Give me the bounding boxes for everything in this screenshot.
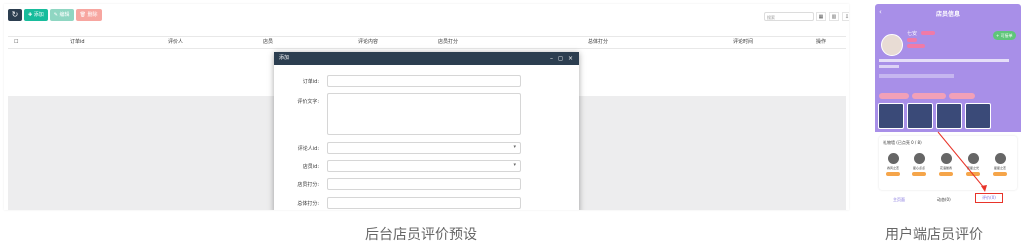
- field-label-review-text: 评价文字:: [297, 99, 319, 105]
- modal-title: 添加: [279, 55, 290, 61]
- col-staff-score[interactable]: 店员打分: [438, 37, 458, 48]
- gallery-photo[interactable]: [878, 103, 904, 129]
- field-label-staff-score: 店员打分:: [297, 182, 319, 188]
- table-header: ☐ 订单id 评价人 店员 评论内容 店员打分 总体打分 评论时间 操作: [8, 36, 846, 49]
- tab-home[interactable]: 主页面: [893, 197, 905, 203]
- gift-wall-label: 礼物墙 (已点亮 0 / 8): [883, 140, 922, 145]
- profile-name: 七安: [907, 31, 918, 37]
- gift-name: 星星之光: [966, 166, 979, 170]
- tab-moments[interactable]: 动态(0): [937, 197, 951, 203]
- close-icon[interactable]: ×: [568, 52, 573, 65]
- phone-preview: ‹ 店员信息 七安 + 可接单 礼物墙 (已点亮 0 / 8) 春风之恋 星心点…: [875, 4, 1021, 210]
- admin-toolbar: ↻ ✚ 添加 ✎ 编辑 🗑 删除: [8, 9, 102, 21]
- gift-tag: [939, 172, 953, 176]
- gift-name: 花语馨香: [939, 166, 952, 170]
- gift-tag: [966, 172, 980, 176]
- gift-name: 春风之恋: [886, 166, 899, 170]
- photo-gallery: [878, 103, 991, 129]
- field-label-reviewer-id: 评论人id:: [297, 146, 319, 152]
- gift-tag: [993, 172, 1007, 176]
- skill-chip[interactable]: [879, 93, 909, 99]
- gift-icon: [994, 153, 1006, 164]
- gift-tag: [912, 172, 926, 176]
- table-tools: ▦ ▥ ⇩: [816, 12, 849, 21]
- minimize-icon[interactable]: –: [550, 52, 553, 65]
- col-reviewer[interactable]: 评价人: [168, 37, 183, 48]
- follow-button[interactable]: + 可接单: [993, 31, 1016, 40]
- phone-title: 店员信息: [935, 11, 960, 18]
- select-all-checkbox[interactable]: ☐: [14, 37, 18, 48]
- admin-panel: ↻ ✚ 添加 ✎ 编辑 🗑 删除 搜索 ▦ ▥ ⇩ ☐ 订单id 评价人 店员 …: [4, 4, 849, 210]
- add-modal: 添加 – ◻ × 订单id: 评价文字: 评论人id: 店员id: 店员打分: …: [274, 52, 579, 210]
- skill-chip[interactable]: [912, 93, 946, 99]
- gift-item[interactable]: 星心点点: [909, 153, 929, 176]
- skill-chip[interactable]: [949, 93, 975, 99]
- modal-header: 添加 – ◻ ×: [274, 52, 579, 65]
- gift-wall-card: 礼物墙 (已点亮 0 / 8) 春风之恋 星心点点 花语馨香 星星之光 星星之恋: [879, 136, 1017, 190]
- gallery-photo[interactable]: [936, 103, 962, 129]
- gallery-photo[interactable]: [907, 103, 933, 129]
- col-review-time[interactable]: 评论时间: [733, 37, 753, 48]
- level-badge: [921, 31, 935, 35]
- gift-item[interactable]: 星星之恋: [990, 153, 1010, 176]
- refresh-button[interactable]: ↻: [8, 9, 22, 21]
- export-icon[interactable]: ⇩: [842, 12, 849, 21]
- col-overall-score[interactable]: 总体打分: [588, 37, 608, 48]
- gift-icon: [887, 153, 899, 164]
- add-button[interactable]: ✚ 添加: [24, 9, 48, 21]
- tag-badge: [907, 44, 925, 48]
- overall-score-input[interactable]: [327, 197, 521, 209]
- col-staff[interactable]: 店员: [263, 37, 273, 48]
- staff-score-input[interactable]: [327, 178, 521, 190]
- columns-icon[interactable]: ▥: [829, 12, 839, 21]
- gender-badge: [907, 38, 917, 42]
- field-label-staff-id: 店员id:: [302, 164, 319, 170]
- grid-view-icon[interactable]: ▦: [816, 12, 826, 21]
- field-label-order-id: 订单id:: [302, 79, 319, 85]
- gift-icon: [940, 153, 952, 164]
- gift-item[interactable]: 花语馨香: [936, 153, 956, 176]
- col-order-id[interactable]: 订单id: [70, 37, 85, 48]
- review-text-textarea[interactable]: [327, 93, 521, 135]
- col-actions: 操作: [816, 39, 827, 45]
- tab-reviews[interactable]: 评价(0): [975, 193, 1003, 203]
- maximize-icon[interactable]: ◻: [558, 52, 563, 65]
- col-content[interactable]: 评论内容: [358, 37, 378, 48]
- gift-icon: [967, 153, 979, 164]
- reviewer-id-select[interactable]: [327, 142, 521, 154]
- field-label-overall-score: 总体打分:: [297, 201, 319, 207]
- delete-button[interactable]: 🗑 删除: [75, 9, 102, 21]
- gift-tag: [886, 172, 900, 176]
- admin-caption: 后台店员评价预设: [365, 227, 477, 243]
- gallery-photo[interactable]: [965, 103, 991, 129]
- gift-item[interactable]: 星星之光: [963, 153, 983, 176]
- gift-icon: [913, 153, 925, 164]
- gift-name: 星心点点: [912, 166, 925, 170]
- staff-id-select[interactable]: [327, 160, 521, 172]
- profile-bio: [879, 59, 1019, 78]
- edit-button[interactable]: ✎ 编辑: [49, 9, 74, 21]
- gift-item[interactable]: 春风之恋: [883, 153, 903, 176]
- user-caption: 用户端店员评价: [885, 227, 983, 243]
- gift-name: 星星之恋: [993, 166, 1006, 170]
- order-id-input[interactable]: [327, 75, 521, 87]
- search-input[interactable]: 搜索: [764, 12, 814, 21]
- profile-header: ‹ 店员信息 七安 + 可接单: [875, 4, 1021, 132]
- avatar: [881, 34, 903, 56]
